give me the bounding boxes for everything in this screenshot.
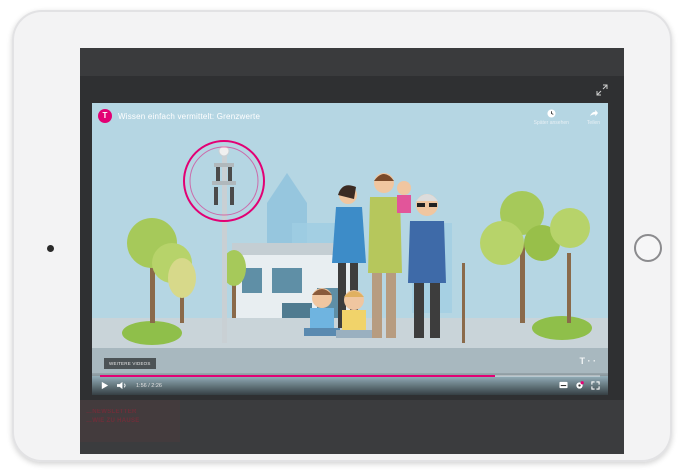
time-display: 1:56 / 2:26 <box>136 383 162 389</box>
tablet-frame: T Wissen einfach vermittelt: Grenzwerte … <box>12 10 672 462</box>
blurred-line-1: …NEWSLETTER <box>86 409 137 415</box>
clock-icon <box>547 109 556 118</box>
volume-icon[interactable] <box>116 381 127 390</box>
blurred-page-text: …NEWSLETTER …WIE ZU HAUSE <box>86 408 140 426</box>
watch-later-button[interactable]: Später ansehen <box>534 109 569 126</box>
tablet-screen: T Wissen einfach vermittelt: Grenzwerte … <box>80 48 624 454</box>
telekom-logo-icon[interactable]: T <box>98 109 112 123</box>
share-button[interactable]: Teilen <box>587 109 600 126</box>
video-title[interactable]: Wissen einfach vermittelt: Grenzwerte <box>118 112 260 121</box>
home-button[interactable] <box>634 234 662 262</box>
video-actions: Später ansehen Teilen <box>534 109 600 126</box>
expand-icon[interactable] <box>596 84 608 96</box>
share-label: Teilen <box>586 120 600 126</box>
watch-later-label: Später ansehen <box>533 120 569 126</box>
blurred-line-2: …WIE ZU HAUSE <box>86 418 140 424</box>
brand-watermark: T · · <box>579 356 597 366</box>
fullscreen-icon[interactable] <box>591 381 600 390</box>
front-camera <box>47 245 54 252</box>
settings-gear-icon[interactable] <box>575 381 584 390</box>
play-icon[interactable] <box>100 381 109 390</box>
progress-fill <box>100 375 495 377</box>
browser-top-bar <box>80 48 624 76</box>
more-videos-button[interactable]: WEITERE VIDEOS <box>104 358 156 369</box>
player-controls: 1:56 / 2:26 <box>92 373 608 395</box>
video-frame-illustration <box>92 140 608 376</box>
share-icon <box>589 109 598 117</box>
video-player[interactable]: T Wissen einfach vermittelt: Grenzwerte … <box>92 103 608 395</box>
subtitles-icon[interactable] <box>559 381 568 389</box>
player-controls-right <box>559 381 600 390</box>
progress-bar[interactable] <box>100 375 600 377</box>
